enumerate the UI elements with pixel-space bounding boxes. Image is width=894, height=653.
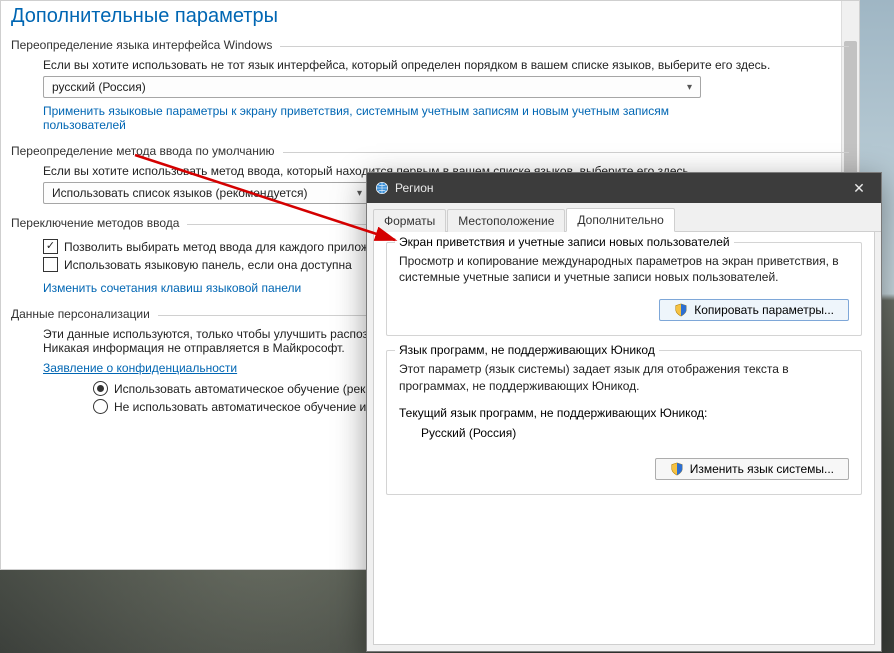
chevron-down-icon: ▾ — [687, 82, 692, 93]
fieldset-description: Этот параметр (язык системы) задает язык… — [399, 361, 849, 393]
button-label: Копировать параметры... — [694, 303, 834, 317]
fieldset-legend: Язык программ, не поддерживающих Юникод — [395, 343, 659, 357]
globe-icon — [375, 181, 389, 195]
copy-settings-button[interactable]: Копировать параметры... — [659, 299, 849, 321]
group-title: Данные персонализации — [11, 307, 150, 321]
shield-icon — [674, 303, 688, 317]
change-hotkeys-link[interactable]: Изменить сочетания клавиш языковой панел… — [43, 281, 301, 295]
checkbox-box-icon: ✓ — [43, 239, 58, 254]
privacy-statement-link[interactable]: Заявление о конфиденциальности — [43, 361, 237, 375]
page-title: Дополнительные параметры — [1, 1, 859, 34]
tab-formats[interactable]: Форматы — [373, 209, 446, 232]
checkbox-label: Использовать языковую панель, если она д… — [64, 258, 352, 272]
group-override-display-language: Переопределение языка интерфейса Windows… — [11, 38, 859, 134]
divider — [283, 152, 849, 153]
input-method-select[interactable]: Использовать список языков (рекомендуетс… — [43, 182, 371, 204]
tab-row: Форматы Местоположение Дополнительно — [367, 203, 881, 232]
group-title: Переопределение языка интерфейса Windows — [11, 38, 272, 52]
current-language-value: Русский (Россия) — [421, 426, 849, 440]
close-icon: ✕ — [853, 180, 865, 197]
dialog-title: Регион — [395, 181, 434, 195]
button-label: Изменить язык системы... — [690, 462, 834, 476]
checkbox-box-icon — [43, 257, 58, 272]
dialog-titlebar[interactable]: Регион ✕ — [367, 173, 881, 203]
tab-panel-advanced: Экран приветствия и учетные записи новых… — [373, 232, 875, 645]
tab-advanced[interactable]: Дополнительно — [566, 208, 674, 232]
divider — [280, 46, 849, 47]
region-dialog: Регион ✕ Форматы Местоположение Дополнит… — [366, 172, 882, 652]
close-button[interactable]: ✕ — [837, 173, 881, 203]
group-title: Переопределение метода ввода по умолчани… — [11, 144, 275, 158]
fieldset-non-unicode: Язык программ, не поддерживающих Юникод … — [386, 350, 862, 494]
select-value: русский (Россия) — [52, 80, 146, 94]
tab-location[interactable]: Местоположение — [447, 209, 565, 232]
checkbox-label: Позволить выбирать метод ввода для каждо… — [64, 240, 395, 254]
apply-to-welcome-link[interactable]: Применить языковые параметры к экрану пр… — [43, 104, 703, 132]
current-language-label: Текущий язык программ, не поддерживающих… — [399, 406, 849, 420]
change-system-language-button[interactable]: Изменить язык системы... — [655, 458, 849, 480]
radio-circle-icon — [93, 381, 108, 396]
fieldset-legend: Экран приветствия и учетные записи новых… — [395, 235, 734, 249]
shield-icon — [670, 462, 684, 476]
select-value: Использовать список языков (рекомендуетс… — [52, 186, 308, 200]
group-title: Переключение методов ввода — [11, 216, 179, 230]
chevron-down-icon: ▾ — [357, 188, 362, 199]
fieldset-welcome-screen: Экран приветствия и учетные записи новых… — [386, 242, 862, 336]
radio-circle-icon — [93, 399, 108, 414]
fieldset-description: Просмотр и копирование международных пар… — [399, 253, 849, 285]
display-language-select[interactable]: русский (Россия) ▾ — [43, 76, 701, 98]
group-description: Если вы хотите использовать не тот язык … — [43, 58, 847, 72]
